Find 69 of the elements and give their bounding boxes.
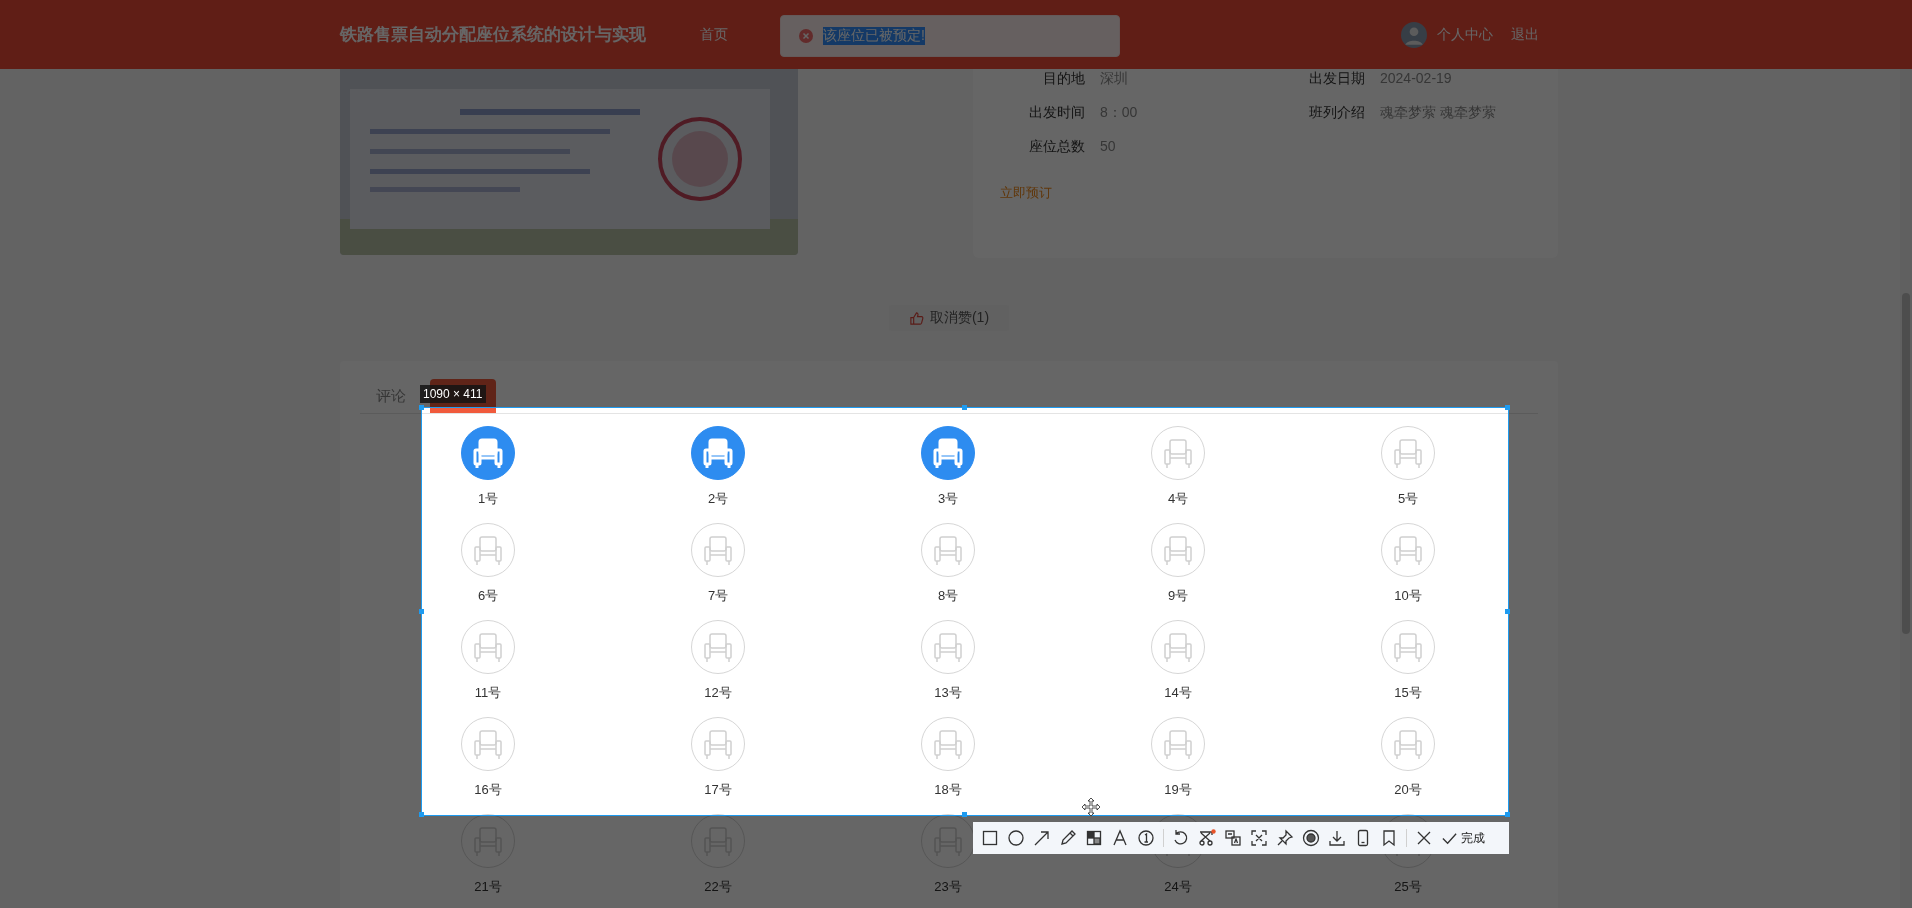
error-icon (799, 29, 813, 43)
resize-handle[interactable] (419, 812, 424, 817)
arrow-icon[interactable] (1033, 829, 1051, 847)
site-title: 铁路售票自动分配座位系统的设计与实现 (340, 24, 646, 46)
number-marker-icon[interactable] (1137, 829, 1155, 847)
close-icon[interactable] (1415, 829, 1433, 847)
resize-handle[interactable] (962, 812, 967, 817)
nav-link[interactable]: 首页 (700, 25, 728, 44)
seat-number: 6号 (477, 587, 499, 605)
seat-number: 13号 (934, 684, 962, 702)
seat-number: 21号 (474, 878, 502, 896)
seat-number: 17号 (704, 781, 732, 799)
seat-number: 19号 (1164, 781, 1192, 799)
resize-handle[interactable] (1505, 608, 1510, 614)
done-button[interactable]: 完成 (1441, 829, 1485, 847)
download-icon[interactable] (1328, 829, 1346, 847)
seat-number: 11号 (474, 684, 502, 702)
field-label: 座位总数 (1028, 138, 1085, 156)
seat-number: 18号 (934, 781, 962, 799)
mosaic-icon[interactable] (1085, 829, 1103, 847)
seat-number: 3号 (937, 490, 959, 508)
scan-frame-icon[interactable] (1250, 829, 1268, 847)
pin-icon[interactable] (1276, 829, 1294, 847)
seat-number: 16号 (474, 781, 502, 799)
seat-number: 24号 (1164, 878, 1192, 896)
seat-number: 1号 (477, 490, 499, 508)
seat-number: 15号 (1394, 684, 1422, 702)
bookmark-icon[interactable] (1380, 829, 1398, 847)
field-label: 目的地 (1042, 70, 1085, 88)
pencil-icon[interactable] (1059, 829, 1077, 847)
rectangle-icon[interactable] (981, 829, 999, 847)
seat-number: 2号 (707, 490, 729, 508)
seat-number: 5号 (1397, 490, 1419, 508)
record-icon[interactable] (1302, 829, 1320, 847)
text-tool-icon[interactable] (1111, 829, 1129, 847)
move-cursor-icon (1081, 797, 1101, 817)
field-label: 出发日期 (1308, 70, 1365, 88)
seat-number: 4号 (1167, 490, 1189, 508)
seat-number: 20号 (1394, 781, 1422, 799)
field-label: 班列介绍 (1308, 104, 1365, 122)
field-label: 出发时间 (1028, 104, 1085, 122)
translate-icon[interactable] (1224, 829, 1242, 847)
seat-number: 22号 (704, 878, 732, 896)
resize-handle[interactable] (1505, 405, 1510, 410)
seat-number: 8号 (937, 587, 959, 605)
undo-icon[interactable] (1172, 829, 1190, 847)
seat-number: 10号 (1394, 587, 1422, 605)
seat-number: 9号 (1167, 587, 1189, 605)
seat-number: 12号 (704, 684, 732, 702)
avatar-icon[interactable] (1401, 21, 1427, 48)
resize-handle[interactable] (1505, 812, 1510, 817)
user-center-link[interactable]: 个人中心 (1437, 25, 1493, 44)
seat-number: 14号 (1164, 684, 1192, 702)
toast-message: 该座位已被预定! (823, 27, 925, 45)
logout-link[interactable]: 退出 (1511, 25, 1539, 44)
seat-icon[interactable] (921, 426, 975, 480)
size-label: 1090 × 411 (420, 385, 486, 403)
thumbs-up-icon (908, 310, 924, 326)
resize-handle[interactable] (962, 405, 967, 410)
resize-handle[interactable] (419, 405, 424, 410)
seat-icon[interactable] (461, 426, 515, 480)
resize-handle[interactable] (419, 608, 424, 614)
seat-icon[interactable] (691, 426, 745, 480)
circle-icon[interactable] (1007, 829, 1025, 847)
seat-number: 23号 (934, 878, 962, 896)
seat-number: 7号 (707, 587, 729, 605)
book-link[interactable]: 立即预订 (1000, 184, 1052, 202)
scissors-icon[interactable] (1198, 829, 1216, 847)
seat-number: 25号 (1394, 878, 1422, 896)
